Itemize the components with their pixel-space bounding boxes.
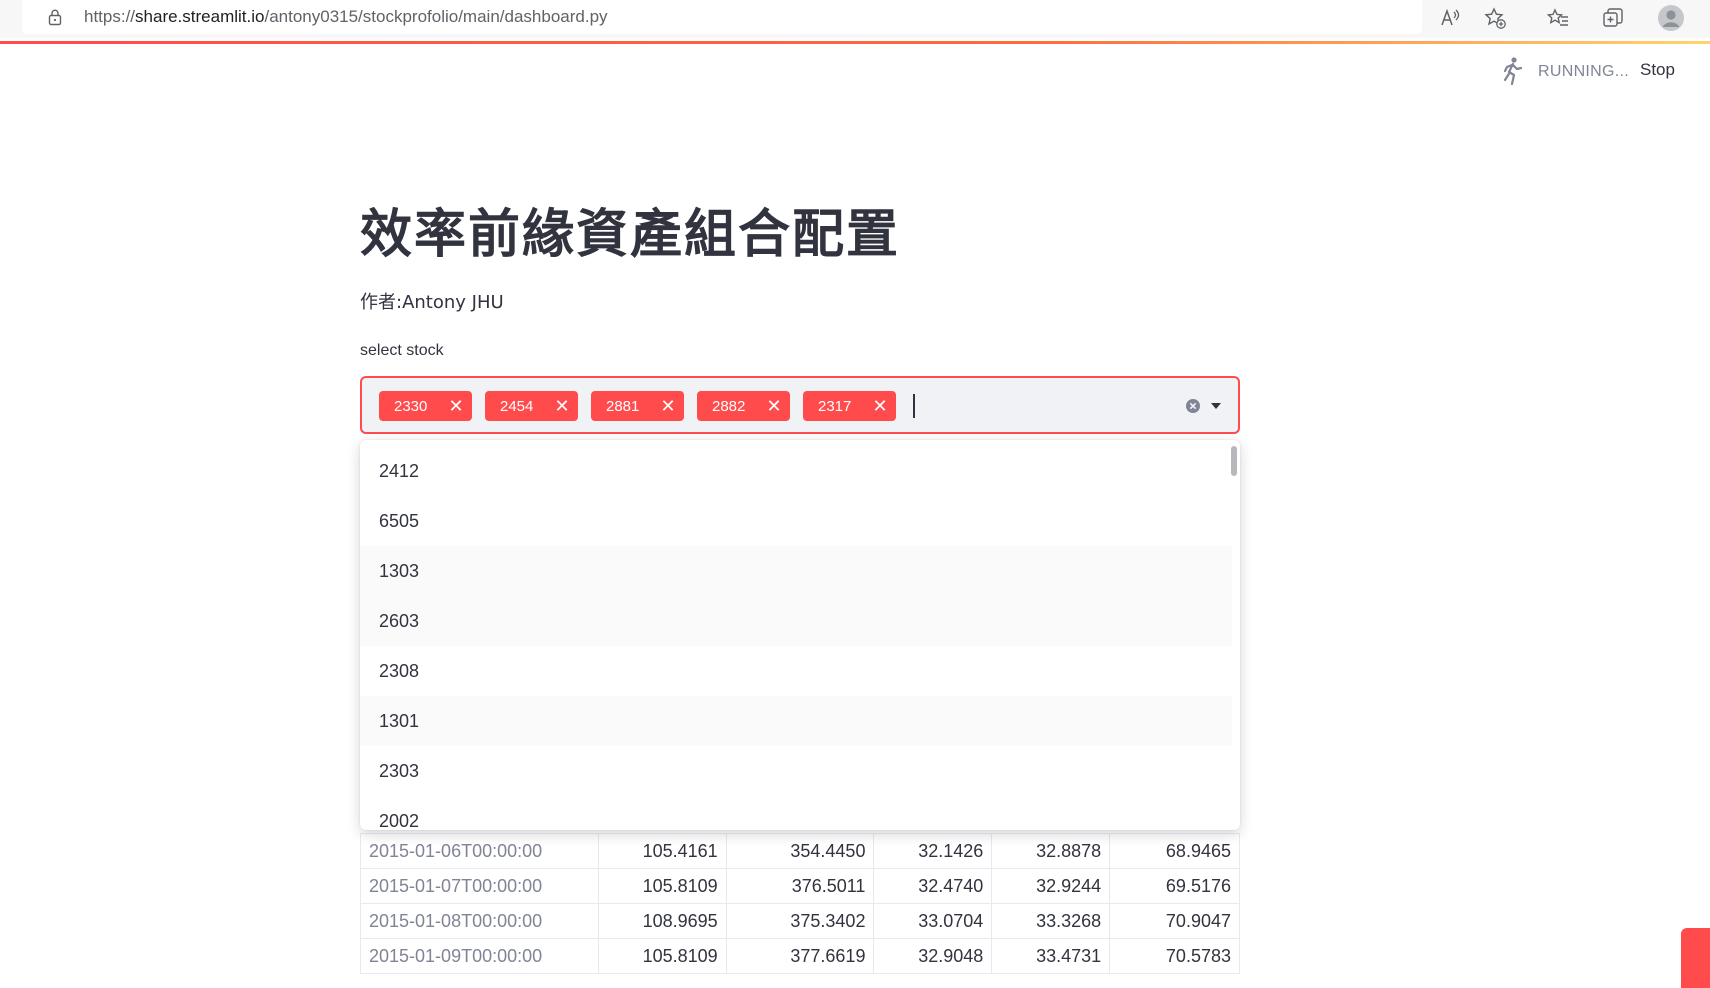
tag-2330: 2330 ✕	[379, 391, 472, 421]
option-1303[interactable]: 1303	[360, 546, 1232, 596]
stock-options-dropdown: 2412 6505 1303 2603 2308 1301 2303 2002	[360, 440, 1240, 830]
selected-tags: 2330 ✕ 2454 ✕ 2881 ✕ 2882 ✕ 2317 ✕	[379, 391, 896, 421]
value-cell: 32.8878	[991, 833, 1111, 869]
read-aloud-icon[interactable]	[1438, 6, 1462, 30]
page-title: 效率前緣資產組合配置	[360, 205, 901, 265]
option-2002[interactable]: 2002	[360, 796, 1232, 830]
option-1301[interactable]: 1301	[360, 696, 1232, 746]
option-2303[interactable]: 2303	[360, 746, 1232, 796]
value-cell: 32.9244	[991, 868, 1111, 904]
favorites-icon[interactable]	[1546, 6, 1570, 30]
value-cell: 33.4731	[991, 938, 1111, 974]
tag-label: 2317	[818, 397, 852, 415]
tag-2882: 2882 ✕	[697, 391, 790, 421]
tag-label: 2882	[712, 397, 746, 415]
value-cell: 354.4450	[725, 833, 875, 869]
chevron-down-icon[interactable]	[1209, 400, 1223, 412]
value-cell: 105.4161	[597, 833, 727, 869]
value-cell: 377.6619	[725, 938, 875, 974]
date-cell: 2015-01-09T00:00:00	[360, 938, 599, 974]
remove-tag-icon[interactable]: ✕	[448, 397, 464, 415]
value-cell: 70.9047	[1109, 903, 1240, 939]
running-text: RUNNING...	[1538, 63, 1629, 80]
lock-icon	[48, 9, 62, 26]
tag-2881: 2881 ✕	[591, 391, 684, 421]
date-cell: 2015-01-06T00:00:00	[360, 833, 599, 869]
table-row: 2015-01-08T00:00:00 108.9695 375.3402 33…	[360, 903, 1240, 939]
tag-2454: 2454 ✕	[485, 391, 578, 421]
table-row: 2015-01-06T00:00:00 105.4161 354.4450 32…	[360, 833, 1240, 869]
manage-app-button[interactable]	[1681, 928, 1710, 988]
remove-tag-icon[interactable]: ✕	[660, 397, 676, 415]
value-cell: 108.9695	[597, 903, 727, 939]
table-row: 2015-01-07T00:00:00 105.8109 376.5011 32…	[360, 868, 1240, 904]
value-cell: 32.4740	[873, 868, 993, 904]
value-cell: 105.8109	[597, 868, 727, 904]
table-row: 2015-01-09T00:00:00 105.8109 377.6619 32…	[360, 938, 1240, 974]
url-host: share.streamlit.io	[135, 7, 265, 26]
loading-progress-line	[0, 41, 1710, 44]
browser-toolbar: https://share.streamlit.io/antony0315/st…	[0, 0, 1710, 38]
option-2412[interactable]: 2412	[360, 446, 1232, 496]
date-cell: 2015-01-07T00:00:00	[360, 868, 599, 904]
tag-label: 2454	[500, 397, 534, 415]
remove-tag-icon[interactable]: ✕	[766, 397, 782, 415]
value-cell: 33.0704	[873, 903, 993, 939]
value-cell: 33.3268	[991, 903, 1111, 939]
stock-multiselect[interactable]: 2330 ✕ 2454 ✕ 2881 ✕ 2882 ✕ 2317 ✕	[360, 376, 1240, 434]
value-cell: 69.5176	[1109, 868, 1240, 904]
remove-tag-icon[interactable]: ✕	[872, 397, 888, 415]
running-man-icon	[1503, 57, 1523, 86]
author-text: 作者:Antony JHU	[360, 292, 504, 313]
text-cursor	[913, 394, 915, 418]
value-cell: 376.5011	[725, 868, 875, 904]
url-text[interactable]: https://share.streamlit.io/antony0315/st…	[84, 7, 608, 27]
option-2308[interactable]: 2308	[360, 646, 1232, 696]
add-favorite-icon[interactable]	[1483, 6, 1507, 30]
url-path: /antony0315/stockprofolio/main/dashboard…	[264, 7, 608, 26]
value-cell: 375.3402	[725, 903, 875, 939]
value-cell: 32.1426	[873, 833, 993, 869]
value-cell: 105.8109	[597, 938, 727, 974]
profile-avatar-icon[interactable]	[1657, 4, 1685, 32]
value-cell: 32.9048	[873, 938, 993, 974]
url-prefix: https://	[84, 7, 136, 26]
date-cell: 2015-01-08T00:00:00	[360, 903, 599, 939]
collections-icon[interactable]	[1601, 6, 1625, 30]
tag-label: 2330	[394, 397, 428, 415]
clear-all-icon[interactable]	[1185, 398, 1201, 414]
tag-label: 2881	[606, 397, 640, 415]
stop-button[interactable]: Stop	[1640, 60, 1675, 80]
tag-2317: 2317 ✕	[803, 391, 896, 421]
value-cell: 68.9465	[1109, 833, 1240, 869]
option-6505[interactable]: 6505	[360, 496, 1232, 546]
option-2603[interactable]: 2603	[360, 596, 1232, 646]
select-stock-label: select stock	[360, 342, 444, 359]
price-table: 2015-01-06T00:00:00 105.4161 354.4450 32…	[360, 833, 1240, 974]
remove-tag-icon[interactable]: ✕	[554, 397, 570, 415]
value-cell: 70.5783	[1109, 938, 1240, 974]
dropdown-scrollbar[interactable]	[1231, 446, 1237, 476]
